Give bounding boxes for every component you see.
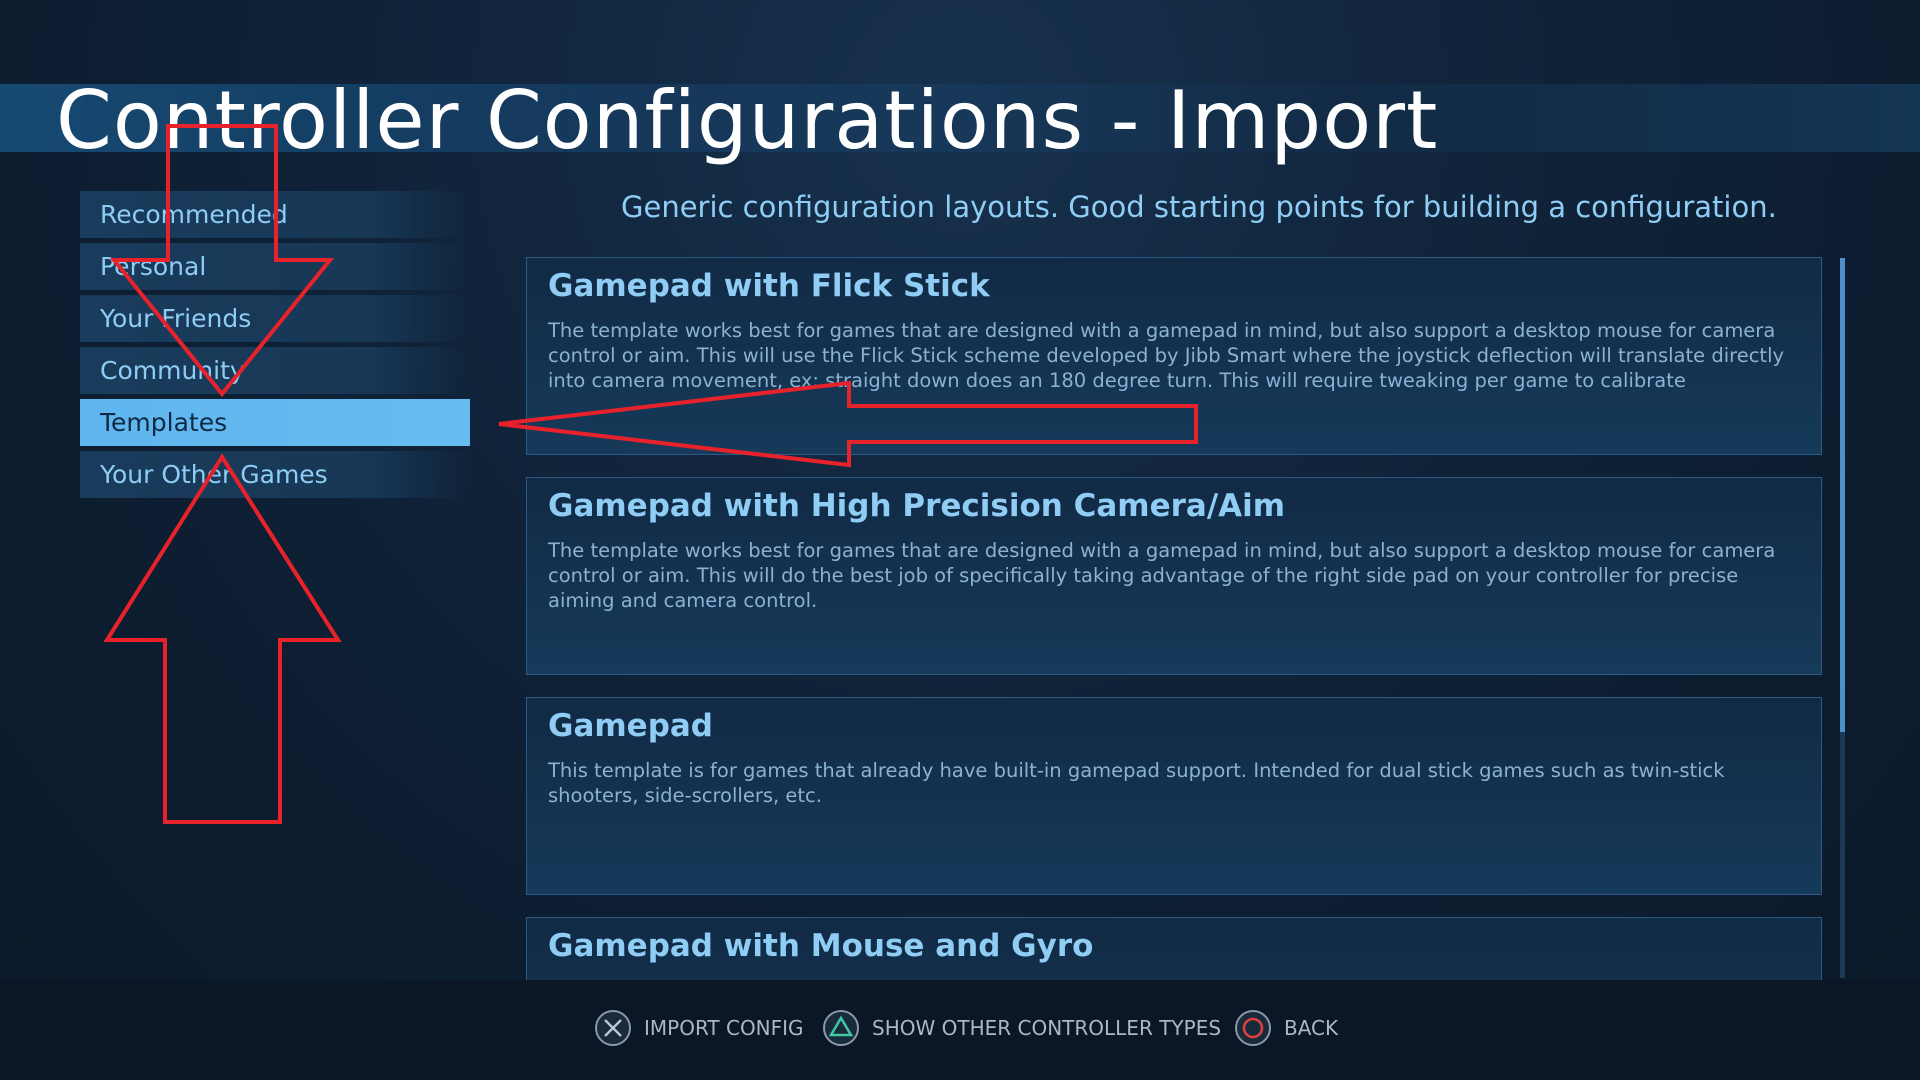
sidebar-item-personal[interactable]: Personal — [80, 243, 470, 290]
show-other-controller-types-hint[interactable]: SHOW OTHER CONTROLLER TYPES — [822, 1009, 1221, 1047]
template-description: The template works best for games that a… — [548, 319, 1785, 392]
annotation-arrow-up — [103, 453, 342, 824]
scrollbar-thumb[interactable] — [1840, 258, 1845, 732]
template-title: Gamepad with High Precision Camera/Aim — [548, 488, 1286, 524]
sidebar-item-your-friends[interactable]: Your Friends — [80, 295, 470, 342]
show-other-controller-types-label: SHOW OTHER CONTROLLER TYPES — [872, 1016, 1222, 1040]
sidebar-item-templates[interactable]: Templates — [80, 399, 470, 446]
template-description: This template is for games that already … — [548, 759, 1725, 807]
template-card-gamepad[interactable]: Gamepad This template is for games that … — [526, 697, 1822, 895]
template-title: Gamepad — [548, 708, 713, 744]
sidebar-item-community[interactable]: Community — [80, 347, 470, 394]
cross-button-icon — [595, 1010, 631, 1046]
template-title: Gamepad with Mouse and Gyro — [548, 928, 1094, 964]
back-hint[interactable]: BACK — [1234, 1009, 1338, 1047]
circle-button-icon — [1235, 1010, 1271, 1046]
sidebar-item-your-other-games[interactable]: Your Other Games — [80, 451, 470, 498]
page-subtitle: Generic configuration layouts. Good star… — [621, 190, 1777, 224]
list-scrollbar[interactable] — [1840, 258, 1845, 978]
template-card-flick-stick[interactable]: Gamepad with Flick Stick The template wo… — [526, 257, 1822, 455]
screen: Controller Configurations - Import Gener… — [0, 0, 1920, 1080]
sidebar: Recommended Personal Your Friends Commun… — [80, 191, 470, 503]
triangle-button-icon — [823, 1010, 859, 1046]
template-title: Gamepad with Flick Stick — [548, 268, 990, 304]
template-description: The template works best for games that a… — [548, 539, 1776, 612]
template-card-high-precision[interactable]: Gamepad with High Precision Camera/Aim T… — [526, 477, 1822, 675]
import-config-hint[interactable]: IMPORT CONFIG — [594, 1009, 804, 1047]
back-label: BACK — [1284, 1016, 1339, 1040]
page-title: Controller Configurations - Import — [56, 74, 1439, 167]
import-config-label: IMPORT CONFIG — [644, 1016, 804, 1040]
sidebar-item-recommended[interactable]: Recommended — [80, 191, 470, 238]
